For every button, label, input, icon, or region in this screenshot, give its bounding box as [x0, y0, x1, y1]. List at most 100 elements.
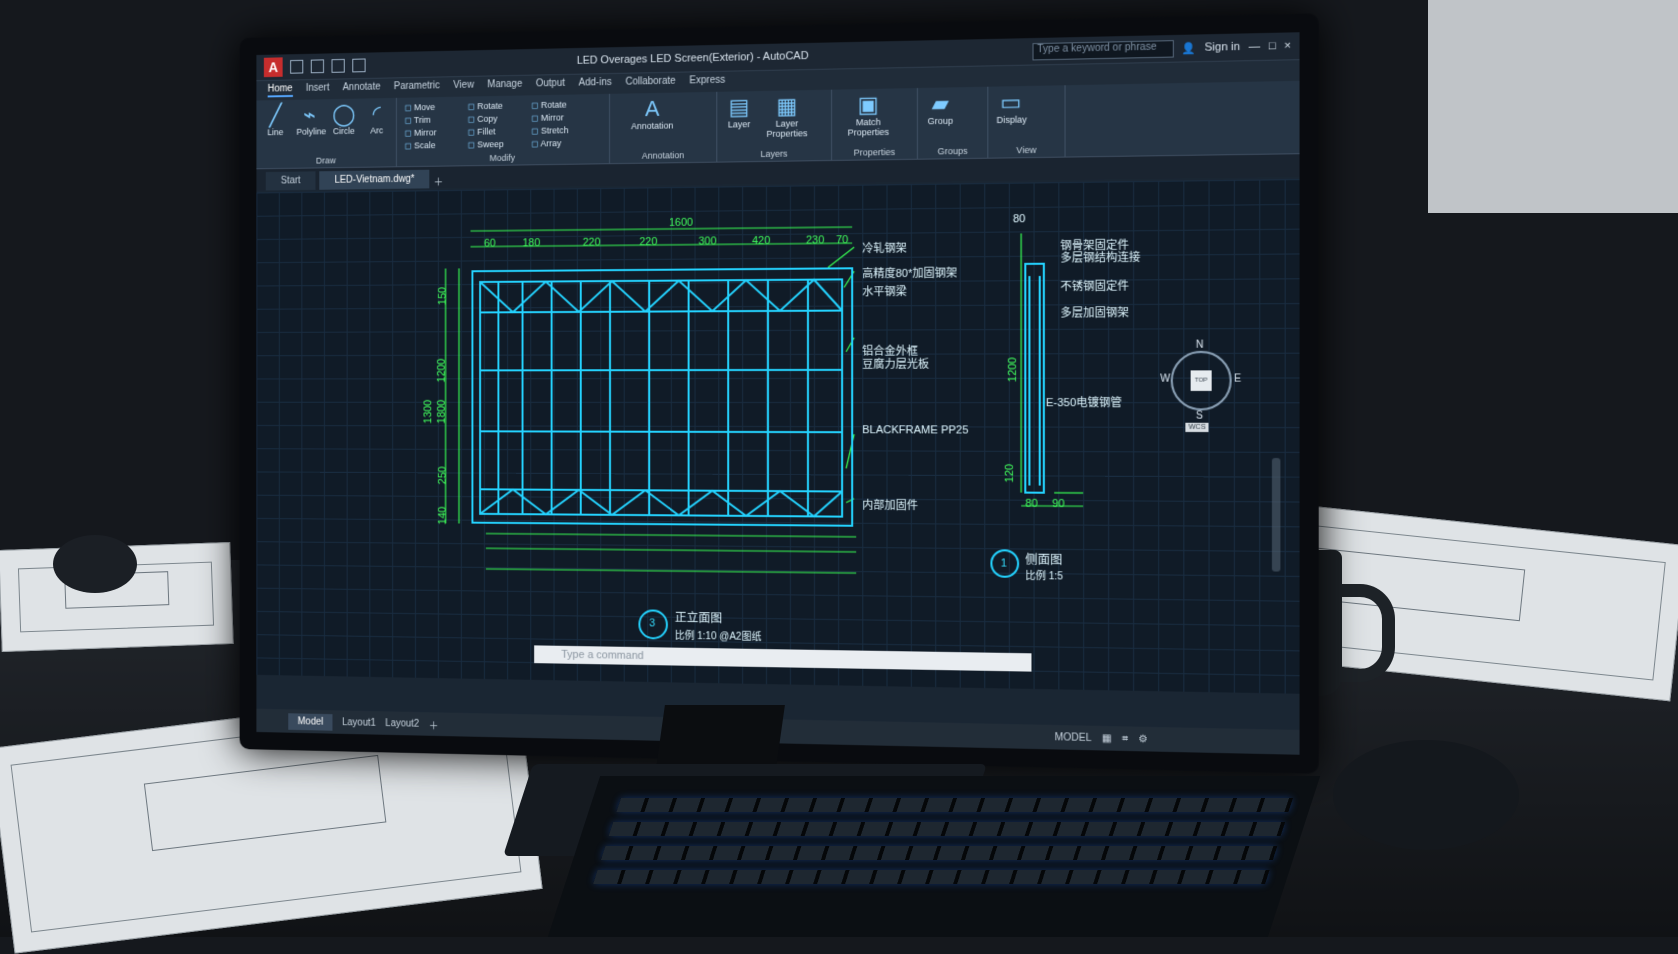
side-dimension: 80 [1013, 213, 1026, 225]
wall-blueprint-paper [1428, 0, 1678, 213]
close-icon[interactable]: × [1284, 40, 1291, 53]
save-icon[interactable] [332, 59, 345, 73]
south-label: S [1196, 410, 1203, 421]
draw-panel: ╱Line ⌁Polyline ◯Circle ◜Arc Draw [256, 98, 396, 168]
side-view-title: 侧面图 [1025, 551, 1062, 569]
polyline-tool[interactable]: ⌁Polyline [296, 103, 322, 137]
modify-tools: Move Rotate Rotate Trim Copy Mirror Mirr… [405, 99, 602, 152]
minimize-icon[interactable]: — [1248, 40, 1260, 53]
mirror-tool-2[interactable]: Mirror [405, 127, 462, 139]
vertical-scrollbar[interactable] [1272, 458, 1280, 572]
trim-tool[interactable]: Trim [405, 114, 462, 126]
layout2-tab[interactable]: Layout2 [385, 718, 419, 729]
drawing-tab[interactable]: LED-Vietnam.dwg* [319, 170, 429, 190]
tab-output[interactable]: Output [536, 78, 565, 92]
viewcube[interactable]: N S W E TOP [1171, 351, 1232, 411]
open-file-icon[interactable] [311, 59, 324, 73]
grid-icon[interactable]: ▦ [1102, 733, 1112, 744]
note-reinforced-frame: 高精度80*加固钢架 [862, 264, 957, 281]
layer-properties-tool[interactable]: ▦Layer Properties [763, 94, 811, 139]
properties-panel: ▣Match Properties Properties [832, 88, 918, 160]
search-input[interactable]: Type a keyword or phrase [1032, 40, 1173, 60]
top-dimension: 180 [523, 237, 541, 249]
print-icon[interactable] [352, 58, 365, 72]
mirror-tool[interactable]: Mirror [531, 112, 589, 124]
circle-label: Circle [333, 126, 355, 136]
match-properties-icon: ▣ [840, 92, 897, 117]
left-dimension: 150 [437, 287, 448, 305]
annotation-tool[interactable]: AAnnotation [618, 96, 687, 131]
note-board: 豆腐力层光板 [862, 356, 929, 372]
rotate-tool-2[interactable]: Rotate [531, 99, 589, 111]
keyboard-key-row [609, 822, 1286, 836]
text-icon: A [618, 96, 687, 121]
drawing-canvas[interactable]: 1600 60 180 220 220 300 420 230 70 150 1… [256, 179, 1299, 694]
fillet-tool[interactable]: Fillet [468, 126, 526, 138]
tab-collaborate[interactable]: Collaborate [625, 76, 675, 91]
new-file-icon[interactable] [290, 60, 303, 74]
viewcube-top-face[interactable]: TOP [1191, 370, 1212, 391]
sweep-tool[interactable]: Sweep [468, 139, 526, 151]
settings-icon[interactable]: ⚙ [1138, 733, 1147, 744]
match-properties-label: Match Properties [848, 117, 889, 138]
layout1-tab[interactable]: Layout1 [342, 717, 376, 728]
side-note: 多层加固钢架 [1060, 304, 1129, 321]
tab-addins[interactable]: Add-ins [579, 77, 612, 92]
tab-insert[interactable]: Insert [306, 83, 330, 97]
side-note: E-350电镀钢管 [1046, 394, 1122, 410]
signin-button[interactable]: Sign in [1205, 41, 1240, 54]
user-icon[interactable]: 👤 [1182, 41, 1196, 55]
snap-icon[interactable]: ⌗ [1122, 733, 1128, 744]
copy-tool[interactable]: Copy [468, 113, 526, 125]
display-icon: ▭ [997, 90, 1026, 115]
side-dimension: 1200 [1007, 357, 1019, 382]
computer-mouse-right [1333, 740, 1519, 850]
front-view-scale: 比例 1:10 @A2图纸 [675, 627, 762, 643]
note-horizontal-beam: 水平钢梁 [862, 283, 907, 299]
annotation-panel-title: Annotation [610, 150, 716, 162]
tab-parametric[interactable]: Parametric [394, 80, 440, 95]
coffee-cup-handle [1328, 584, 1395, 682]
model-space-indicator[interactable]: MODEL [1055, 732, 1092, 744]
tab-view[interactable]: View [453, 80, 474, 94]
display-tool[interactable]: ▭Display [997, 90, 1026, 125]
east-label: E [1234, 373, 1241, 384]
scale-tool[interactable]: Scale [405, 140, 462, 152]
layer-properties-label: Layer Properties [766, 118, 807, 139]
maximize-icon[interactable]: □ [1269, 40, 1276, 53]
wcs-label[interactable]: WCS [1185, 423, 1208, 432]
model-tab[interactable]: Model [288, 713, 332, 730]
array-tool[interactable]: Array [531, 138, 589, 150]
autocad-logo-icon[interactable]: A [264, 57, 283, 77]
tab-manage[interactable]: Manage [487, 79, 522, 93]
tab-express[interactable]: Express [689, 75, 725, 90]
move-tool[interactable]: Move [405, 102, 462, 114]
view-panel-title: View [988, 144, 1064, 155]
line-tool[interactable]: ╱Line [264, 104, 287, 137]
top-dimension: 220 [583, 237, 601, 249]
rotate-tool[interactable]: Rotate [468, 100, 526, 112]
side-dimension: 80 [1025, 498, 1038, 510]
modify-panel: Move Rotate Rotate Trim Copy Mirror Mirr… [397, 94, 610, 166]
front-view-title: 正立面图 [675, 609, 722, 627]
start-tab[interactable]: Start [266, 171, 316, 190]
note-cold-rolled-frame: 冷轧钢架 [862, 240, 907, 257]
group-label: Group [928, 116, 953, 127]
arc-tool[interactable]: ◜Arc [365, 102, 388, 136]
tab-annotate[interactable]: Annotate [343, 82, 381, 96]
top-dimension: 70 [836, 234, 848, 246]
stretch-tool[interactable]: Stretch [531, 125, 589, 137]
new-tab-icon[interactable]: ＋ [434, 173, 444, 188]
quick-access-toolbar: A [264, 56, 366, 78]
group-tool[interactable]: ▰Group [926, 91, 955, 126]
layer-tool[interactable]: ▤Layer [725, 95, 753, 139]
view-panel: ▭Display View [988, 85, 1065, 157]
front-view-number: 3 [649, 617, 655, 629]
draw-panel-title: Draw [256, 155, 396, 167]
keyboard-key-row [616, 798, 1293, 812]
circle-tool[interactable]: ◯Circle [332, 103, 355, 137]
side-note: 多层钢结构连接 [1060, 249, 1140, 266]
tab-home[interactable]: Home [268, 83, 293, 97]
match-properties-tool[interactable]: ▣Match Properties [840, 92, 897, 137]
add-layout-icon[interactable]: ＋ [429, 717, 439, 732]
